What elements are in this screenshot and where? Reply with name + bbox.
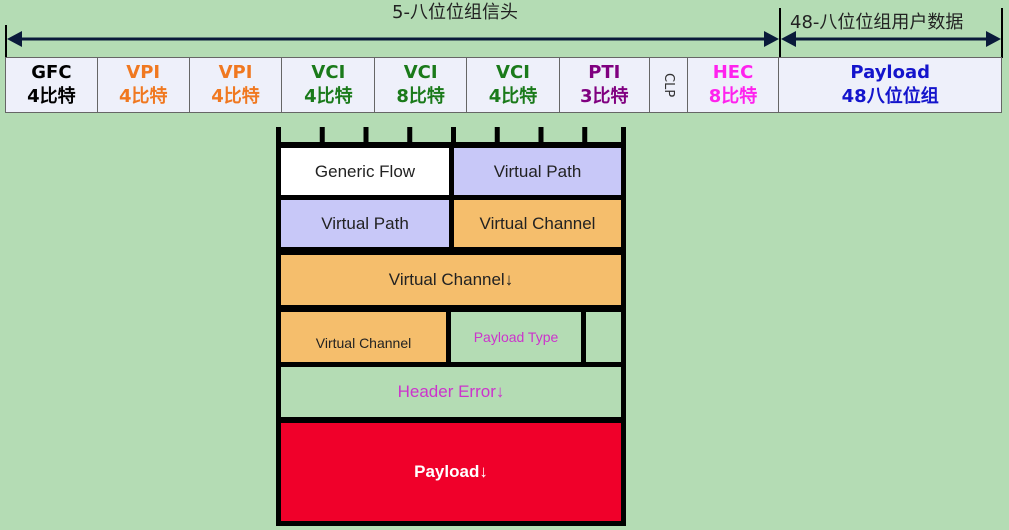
header-error-label: Header Error↓ (397, 382, 505, 401)
field-cell-payload: Payload 48八位位组 (779, 58, 1001, 112)
header-arrow (7, 31, 779, 47)
field-cell-clp: CLP (650, 58, 688, 112)
field-size: 8比特 (708, 86, 758, 107)
field-name: VCI (311, 62, 346, 83)
clp-box (581, 307, 626, 367)
field-cell-vci: VCI 4比特 (282, 58, 376, 112)
field-cell-vpi: VPI 4比特 (190, 58, 283, 112)
field-size: 4比特 (488, 86, 538, 107)
field-size: 3比特 (580, 86, 629, 107)
field-name: VPI (126, 62, 161, 83)
field-name: CLP (661, 72, 677, 98)
header-error-box: Header Error↓ (276, 362, 626, 422)
cell-format-table: GFC 4比特 VPI 4比特 VPI 4比特 VCI 4比特 VCI 8比特 VCI 4比特 PTI 3… (5, 57, 1002, 113)
field-cell-pti: PTI 3比特 (560, 58, 650, 112)
field-name: Payload (850, 62, 930, 83)
virtual-channel-box: Virtual Channel (276, 307, 451, 367)
field-name: VPI (218, 62, 253, 83)
field-size: 4比特 (118, 86, 168, 107)
field-size: 4比特 (27, 86, 76, 107)
generic-flow-label: Generic Flow (314, 161, 416, 181)
field-size: 4比特 (211, 86, 260, 107)
payload-label: Payload↓ (414, 462, 488, 481)
virtual-path-label: Virtual Path (493, 161, 582, 181)
field-name: PTI (588, 62, 621, 83)
field-size: 48八位位组 (841, 86, 939, 107)
field-name: VCI (496, 62, 530, 83)
virtual-channel-label: Virtual Channel (479, 213, 596, 233)
field-size: 8比特 (396, 86, 445, 107)
field-cell-vpi: VPI 4比特 (98, 58, 190, 112)
virtual-path-label: Virtual Path (321, 213, 409, 233)
field-cell-vci: VCI 4比特 (467, 58, 560, 112)
length-arrows (5, 8, 1003, 58)
virtual-channel-label: Virtual Channel (315, 335, 412, 351)
payload-arrow (781, 31, 1001, 47)
virtual-channel-label: Virtual Channel↓ (388, 270, 514, 289)
field-cell-gfc: GFC 4比特 (6, 58, 98, 112)
virtual-channel-box: Virtual Channel (449, 195, 626, 252)
field-size: 4比特 (304, 86, 353, 107)
field-name: GFC (31, 62, 72, 83)
payload-type-label: Payload Type (473, 329, 559, 345)
virtual-path-box: Virtual Path (276, 195, 454, 252)
payload-type-box: Payload Type (446, 307, 586, 367)
virtual-path-box: Virtual Path (449, 143, 626, 200)
generic-flow-box: Generic Flow (276, 143, 454, 200)
field-name: VCI (403, 62, 438, 83)
field-cell-hec: HEC 8比特 (688, 58, 780, 112)
field-name: HEC (712, 62, 754, 83)
virtual-channel-box: Virtual Channel↓ (276, 250, 626, 310)
field-cell-vci: VCI 8比特 (375, 58, 468, 112)
payload-box: Payload↓ (276, 418, 626, 526)
